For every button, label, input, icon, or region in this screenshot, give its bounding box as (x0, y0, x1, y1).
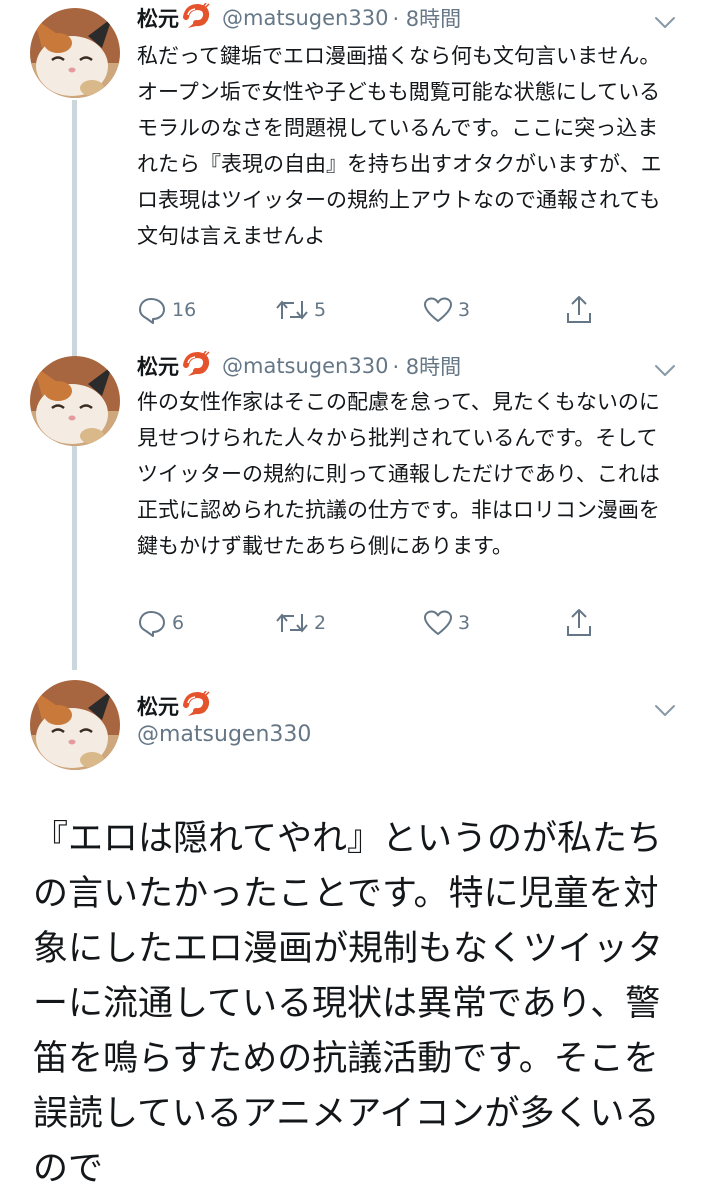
tweet-header: 松元 (137, 690, 222, 722)
share-icon (567, 609, 591, 636)
display-name[interactable]: 松元 (137, 3, 179, 33)
avatar[interactable] (30, 8, 120, 98)
heart-icon (424, 297, 452, 322)
handle[interactable]: @matsugen330 (137, 722, 311, 747)
timestamp[interactable]: · 8時間 (392, 3, 461, 33)
share-button[interactable] (565, 292, 593, 328)
shrimp-icon (182, 2, 210, 33)
retweet-icon (276, 613, 308, 633)
tweet-actions: 16 5 3 (137, 292, 607, 328)
like-button[interactable]: 3 (423, 292, 470, 328)
avatar[interactable] (30, 680, 120, 770)
reply-count: 16 (172, 299, 197, 321)
main-tweet-text: 『エロは隠れてやれ』というのが私たちの言いたかったことです。特に児童を対象にした… (33, 819, 664, 1189)
avatar[interactable] (30, 356, 120, 446)
retweet-icon (276, 300, 308, 320)
like-count: 3 (458, 612, 471, 634)
tweet-text: 件の女性作家はそこの配慮を怠って、見たくもないのに見せつけられた人々から批判され… (137, 390, 660, 558)
like-button[interactable]: 3 (423, 605, 470, 641)
reply-button[interactable]: 6 (137, 605, 184, 641)
reply-button[interactable]: 16 (137, 292, 196, 328)
retweet-button[interactable]: 2 (275, 605, 326, 641)
chevron-down-icon[interactable] (652, 700, 678, 720)
retweet-count: 5 (314, 299, 327, 321)
tweet-actions: 6 2 3 (137, 605, 607, 641)
retweet-count: 2 (314, 612, 327, 634)
display-name[interactable]: 松元 (137, 691, 179, 721)
reply-icon (139, 298, 165, 324)
handle[interactable]: @matsugen330 (222, 6, 388, 30)
chevron-down-icon[interactable] (652, 360, 678, 380)
tweet-header: 松元 @matsugen330 · 8時間 (137, 350, 461, 382)
tweet-header: 松元 @matsugen330 · 8時間 (137, 2, 461, 34)
share-button[interactable] (565, 605, 593, 641)
retweet-button[interactable]: 5 (275, 292, 326, 328)
reply-icon (139, 611, 165, 637)
display-name[interactable]: 松元 (137, 351, 179, 381)
shrimp-icon (182, 350, 210, 381)
tweet-text: 私だって鍵垢でエロ漫画描くなら何も文句言いません。オープン垢で女性や子どもも閲覧… (137, 44, 662, 248)
heart-icon (424, 610, 452, 635)
like-count: 3 (458, 299, 471, 321)
chevron-down-icon[interactable] (652, 12, 678, 32)
share-icon (567, 296, 591, 323)
timestamp[interactable]: · 8時間 (392, 351, 461, 381)
shrimp-icon (182, 690, 210, 721)
reply-count: 6 (172, 612, 185, 634)
handle[interactable]: @matsugen330 (222, 354, 388, 378)
